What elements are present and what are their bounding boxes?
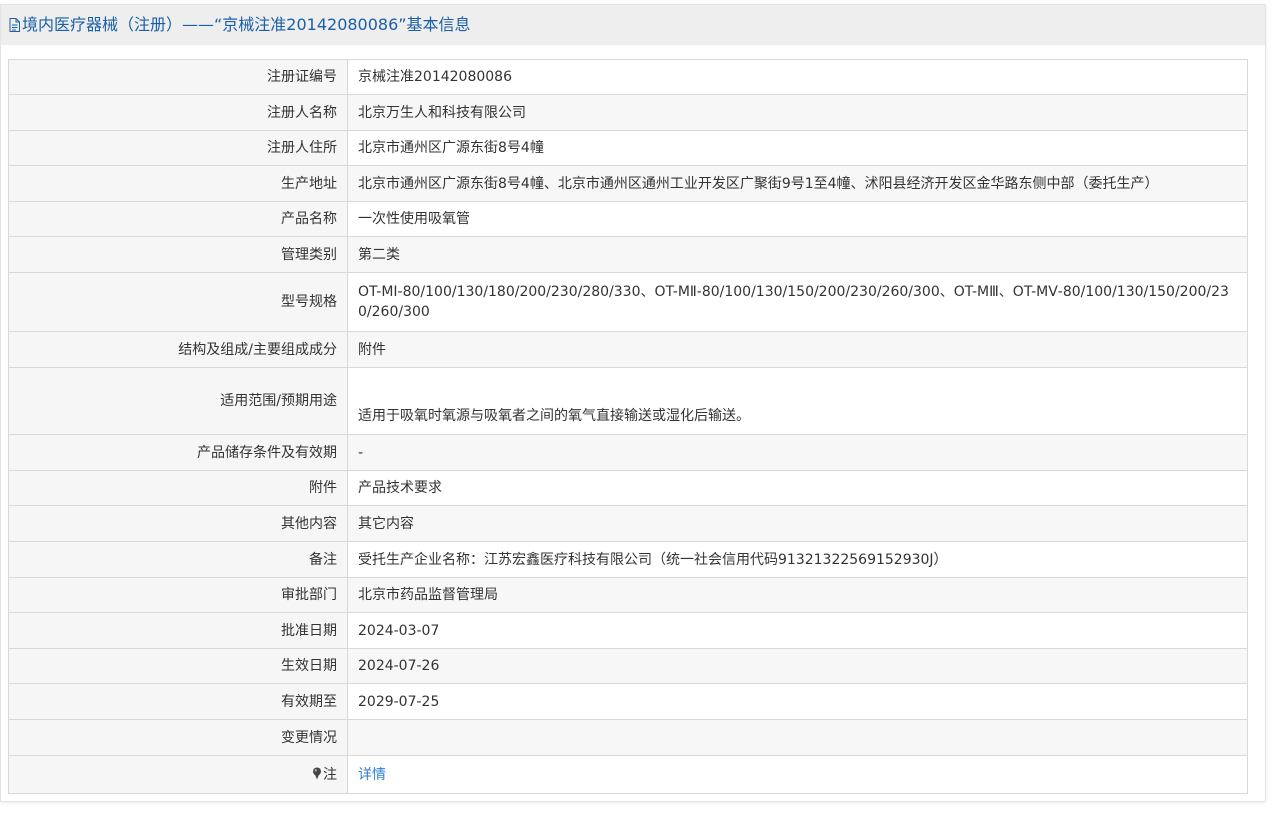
table-row: 型号规格 OT-MⅠ-80/100/130/180/200/230/280/33…: [8, 272, 1248, 332]
row-value: 京械注准20142080086: [347, 59, 1248, 95]
note-value-cell: 详情: [347, 755, 1248, 794]
table-row: 生产地址 北京市通州区广源东街8号4幢、北京市通州区通州工业开发区广聚街9号1至…: [8, 165, 1248, 202]
table-row: 变更情况: [8, 719, 1248, 756]
row-label: 批准日期: [8, 612, 348, 649]
row-value: 产品技术要求: [347, 470, 1248, 506]
row-value: OT-MⅠ-80/100/130/180/200/230/280/330、OT-…: [347, 272, 1248, 332]
table-row: 其他内容 其它内容: [8, 505, 1248, 542]
table-row: 注 详情: [8, 755, 1248, 794]
pin-icon: [313, 767, 321, 779]
page-title: 境内医疗器械（注册）——“京械注准20142080086”基本信息: [22, 15, 471, 34]
row-label: 有效期至: [8, 683, 348, 720]
row-value: 其它内容: [347, 505, 1248, 542]
row-label: 审批部门: [8, 577, 348, 613]
row-value: 北京市通州区广源东街8号4幢、北京市通州区通州工业开发区广聚街9号1至4幢、沭阳…: [347, 165, 1248, 202]
row-value: 适用于吸氧时氧源与吸氧者之间的氧气直接输送或湿化后输送。: [347, 367, 1248, 435]
row-label: 附件: [8, 470, 348, 506]
table-row: 管理类别 第二类: [8, 236, 1248, 273]
row-value: 2024-07-26: [347, 648, 1248, 684]
panel-header: 境内医疗器械（注册）——“京械注准20142080086”基本信息: [1, 5, 1265, 45]
row-value: 第二类: [347, 236, 1248, 273]
table-row: 产品名称 一次性使用吸氧管: [8, 201, 1248, 237]
row-label: 生效日期: [8, 648, 348, 684]
note-label-cell: 注: [8, 755, 348, 794]
row-label: 注册证编号: [8, 59, 348, 95]
table-row: 产品储存条件及有效期 -: [8, 434, 1248, 471]
row-value: 北京市通州区广源东街8号4幢: [347, 130, 1248, 166]
row-label: 备注: [8, 541, 348, 578]
table-row: 批准日期 2024-03-07: [8, 612, 1248, 649]
row-value: -: [347, 434, 1248, 471]
table-row: 注册证编号 京械注准20142080086: [8, 59, 1248, 95]
document-icon: [9, 18, 20, 32]
row-value: 受托生产企业名称：江苏宏鑫医疗科技有限公司（统一社会信用代码9132132256…: [347, 541, 1248, 578]
row-label: 其他内容: [8, 505, 348, 542]
table-row: 注册人名称 北京万生人和科技有限公司: [8, 94, 1248, 131]
row-label: 注册人住所: [8, 130, 348, 166]
detail-panel: 境内医疗器械（注册）——“京械注准20142080086”基本信息 注册证编号 …: [0, 4, 1266, 802]
details-link[interactable]: 详情: [358, 767, 386, 783]
row-value: 北京万生人和科技有限公司: [347, 94, 1248, 131]
row-label: 结构及组成/主要组成成分: [8, 331, 348, 368]
table-row: 适用范围/预期用途 适用于吸氧时氧源与吸氧者之间的氧气直接输送或湿化后输送。: [8, 367, 1248, 435]
row-value: 附件: [347, 331, 1248, 368]
row-label: 型号规格: [8, 272, 348, 332]
table-row: 结构及组成/主要组成成分 附件: [8, 331, 1248, 368]
row-label: 变更情况: [8, 719, 348, 756]
table-row: 附件 产品技术要求: [8, 470, 1248, 506]
table-row: 备注 受托生产企业名称：江苏宏鑫医疗科技有限公司（统一社会信用代码9132132…: [8, 541, 1248, 578]
row-value: 一次性使用吸氧管: [347, 201, 1248, 237]
row-label: 注: [323, 766, 337, 783]
row-value: 2029-07-25: [347, 683, 1248, 720]
table-row: 生效日期 2024-07-26: [8, 648, 1248, 684]
table-row: 有效期至 2029-07-25: [8, 683, 1248, 720]
row-value: 2024-03-07: [347, 612, 1248, 649]
row-label: 生产地址: [8, 165, 348, 202]
row-label: 适用范围/预期用途: [8, 367, 348, 435]
table-row: 审批部门 北京市药品监督管理局: [8, 577, 1248, 613]
row-label: 管理类别: [8, 236, 348, 273]
row-label: 注册人名称: [8, 94, 348, 131]
row-label: 产品名称: [8, 201, 348, 237]
info-table: 注册证编号 京械注准20142080086 注册人名称 北京万生人和科技有限公司…: [8, 59, 1248, 794]
row-value: 北京市药品监督管理局: [347, 577, 1248, 613]
row-value: [347, 719, 1248, 756]
row-label: 产品储存条件及有效期: [8, 434, 348, 471]
table-row: 注册人住所 北京市通州区广源东街8号4幢: [8, 130, 1248, 166]
